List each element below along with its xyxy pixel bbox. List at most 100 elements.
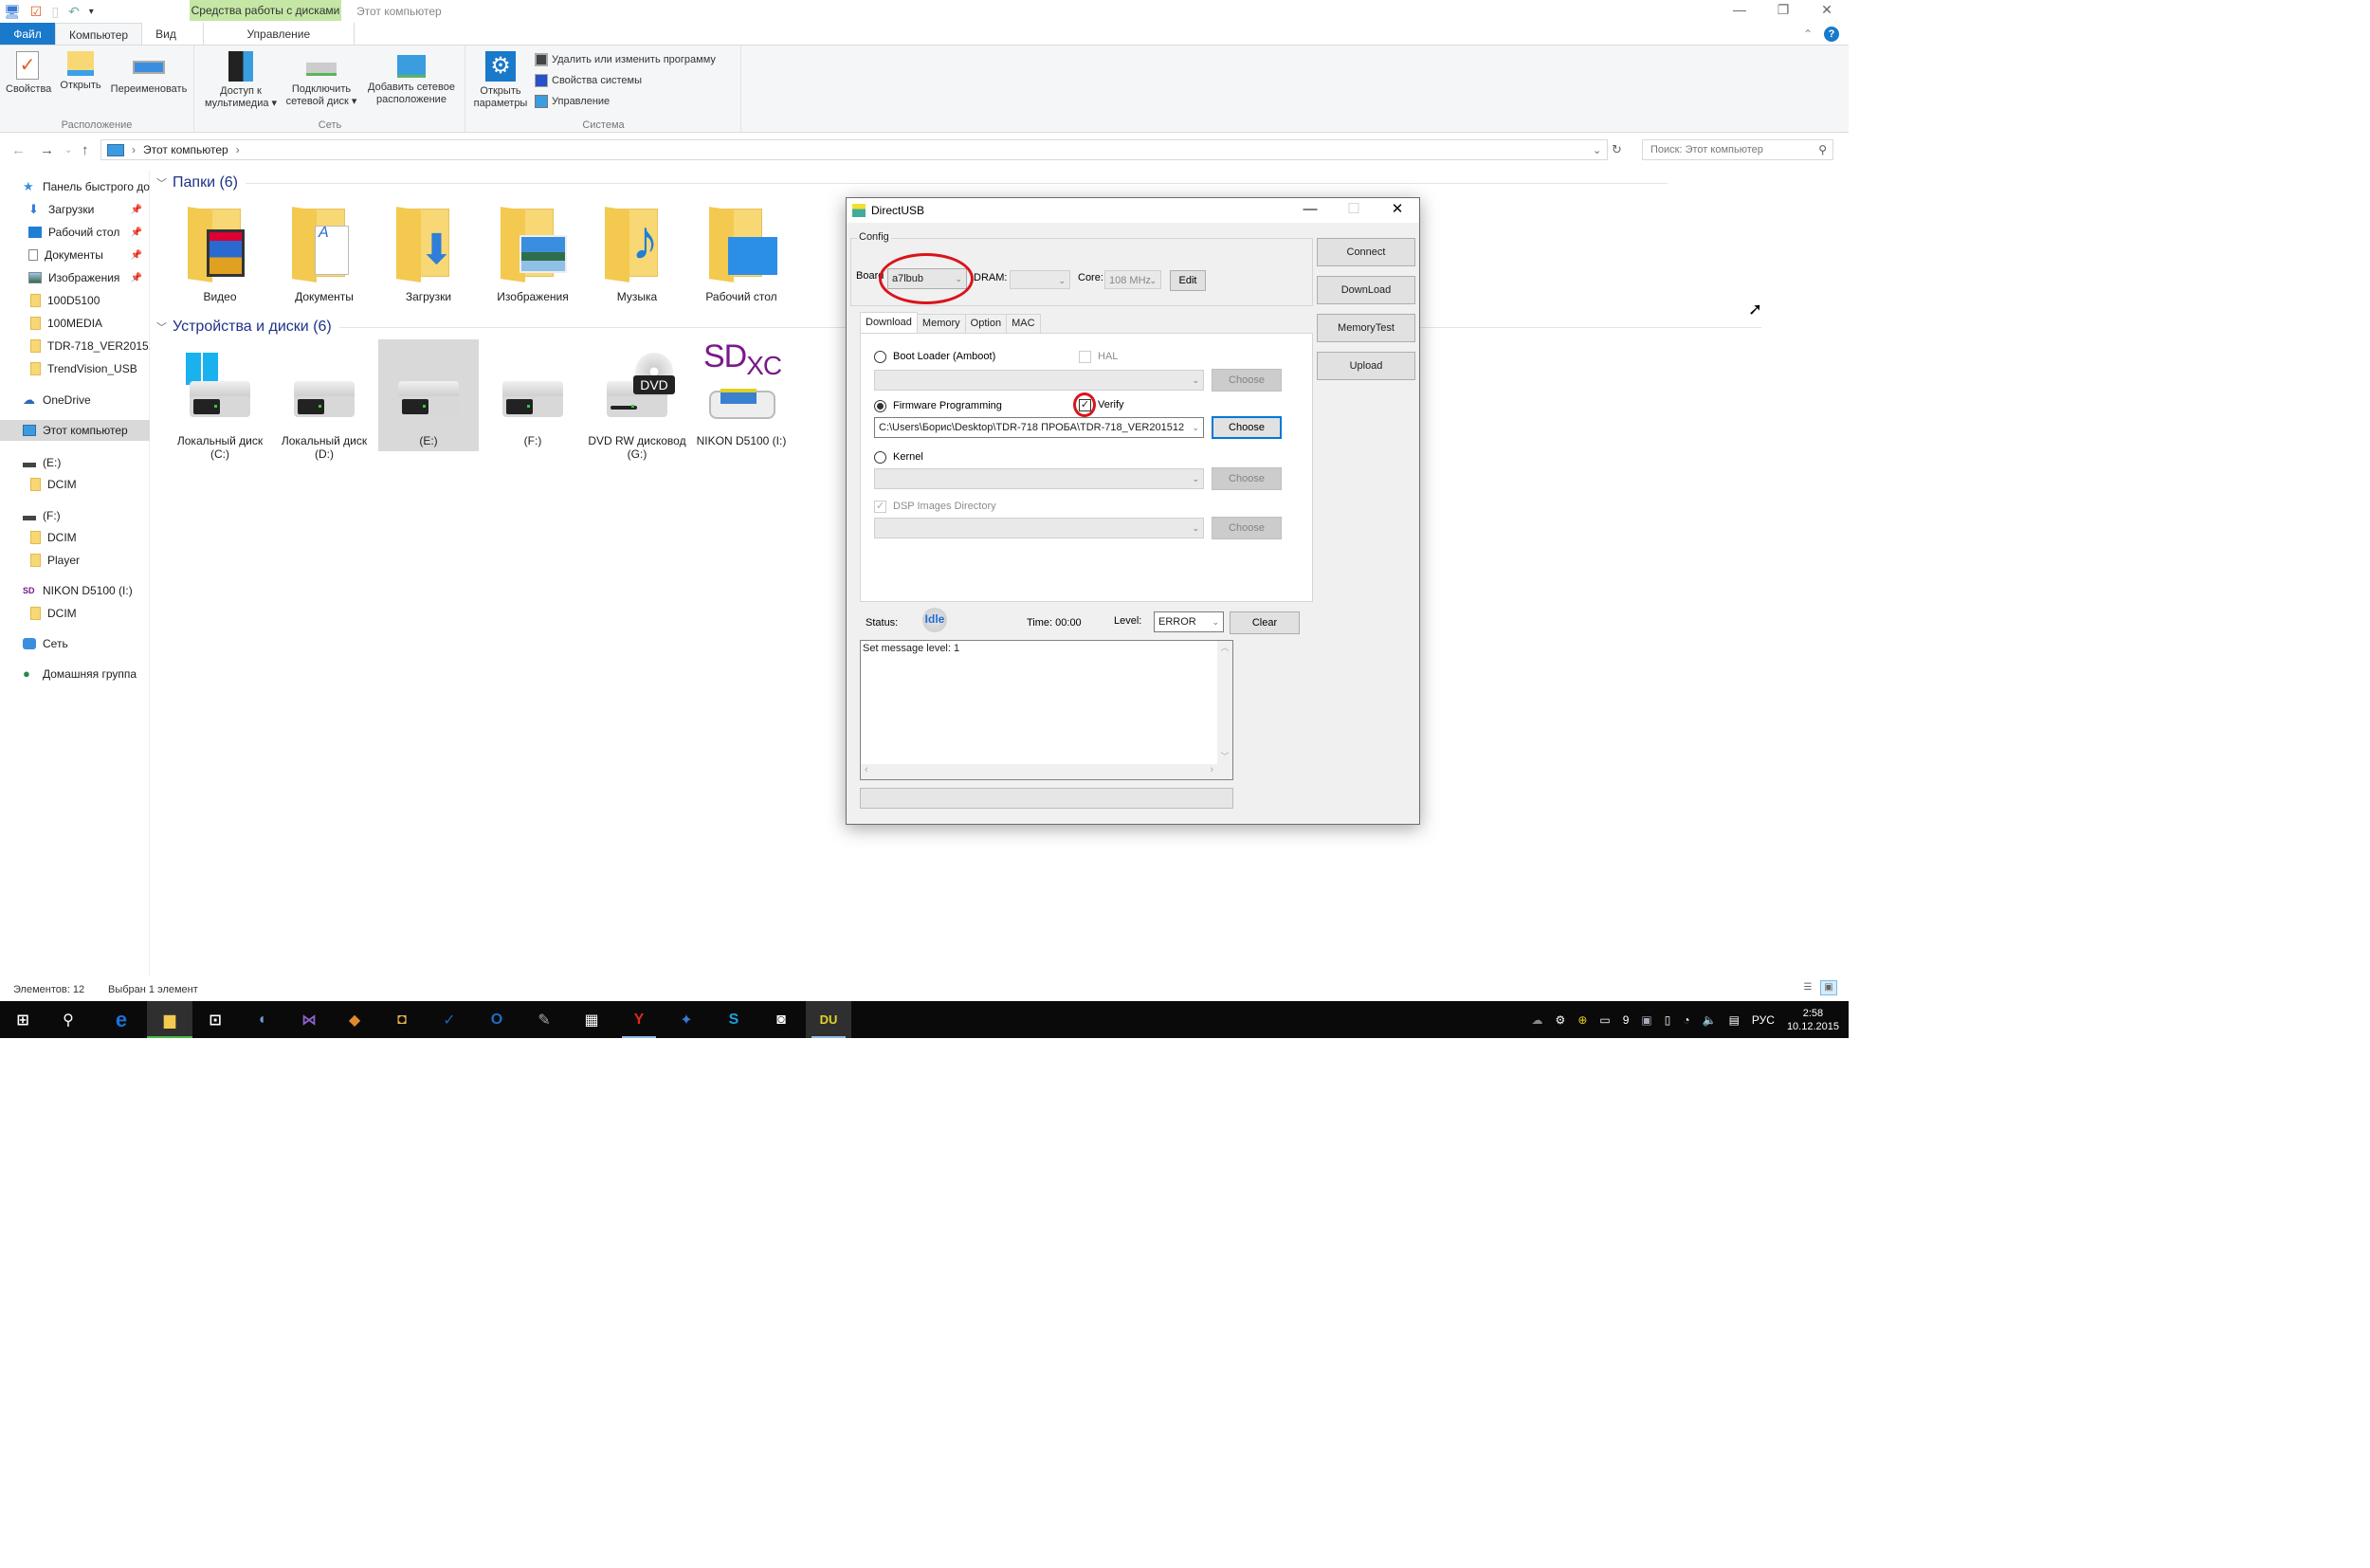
boot-loader-radio[interactable]: [874, 351, 886, 363]
drive-tile-nikon[interactable]: SDXC NIKON D5100 (I:): [691, 339, 792, 461]
pin-icon[interactable]: 📌: [131, 228, 142, 238]
scroll-left-icon[interactable]: ‹: [865, 764, 868, 775]
drive-tile-d[interactable]: Локальный диск (D:): [274, 343, 374, 461]
camera-icon[interactable]: ◙: [758, 1001, 804, 1038]
breadcrumb-this-pc[interactable]: Этот компьютер: [143, 143, 228, 156]
forward-arrow-icon[interactable]: →: [40, 142, 54, 158]
search-button[interactable]: ⚲: [46, 1001, 91, 1038]
cloud-icon[interactable]: ☁: [1532, 1013, 1543, 1027]
nav-folder-dcim-f[interactable]: DCIM: [0, 527, 150, 548]
nav-folder-player[interactable]: Player: [0, 550, 150, 571]
help-icon[interactable]: ?: [1824, 27, 1839, 42]
verify-checkbox[interactable]: ✓: [1079, 399, 1091, 411]
drive-tile-e[interactable]: (E:): [378, 339, 479, 451]
folder-tile-documents[interactable]: A Документы: [274, 199, 374, 303]
properties-icon[interactable]: ☑: [30, 4, 43, 20]
log-vertical-scrollbar[interactable]: ︿ ﹀: [1217, 641, 1232, 764]
nav-folder-dcim-e[interactable]: DCIM: [0, 474, 150, 495]
scroll-up-icon[interactable]: ︿: [1217, 641, 1232, 653]
pin-icon[interactable]: 📌: [131, 205, 142, 215]
upload-button[interactable]: Upload: [1317, 352, 1415, 380]
tab-computer[interactable]: Компьютер: [55, 23, 143, 46]
search-icon[interactable]: ⚲: [1818, 140, 1827, 159]
kernel-radio[interactable]: [874, 451, 886, 464]
folder-tile-desktop[interactable]: Рабочий стол: [691, 199, 792, 303]
tab-mac[interactable]: MAC: [1006, 314, 1041, 333]
undo-icon[interactable]: ↶: [68, 4, 80, 20]
firmware-path[interactable]: C:\Users\Борис\Desktop\TDR-718 ПРОБА\TDR…: [874, 417, 1204, 438]
store-icon[interactable]: ⊡: [192, 1001, 238, 1038]
restore-button[interactable]: ❐: [1761, 0, 1805, 21]
nav-pictures[interactable]: Изображения 📌: [0, 267, 150, 288]
calculator-icon[interactable]: ▦: [569, 1001, 614, 1038]
minimize-button[interactable]: —: [1718, 0, 1761, 21]
folder-tile-video[interactable]: Видео: [170, 199, 270, 303]
memorytest-button[interactable]: MemoryTest: [1317, 314, 1415, 342]
log-horizontal-scrollbar[interactable]: ‹ ›: [861, 764, 1232, 779]
maps-app-icon[interactable]: ◆: [332, 1001, 377, 1038]
folder-tile-pictures[interactable]: Изображения: [483, 199, 583, 303]
directusb-taskbar-icon[interactable]: DU: [806, 1001, 851, 1038]
file-explorer-icon[interactable]: ▆: [147, 1001, 192, 1038]
folder-tile-music[interactable]: ♪ Музыка: [587, 199, 687, 303]
refresh-icon[interactable]: ↻: [1612, 142, 1622, 157]
audio-app-icon[interactable]: ◖: [239, 1001, 284, 1038]
nav-folder-100media[interactable]: 100MEDIA: [0, 313, 150, 334]
nav-folder-tdr718[interactable]: TDR-718_VER201512: [0, 336, 150, 356]
media-access-button[interactable]: Доступ к мультимедиа ▾: [201, 51, 281, 110]
scroll-right-icon[interactable]: ›: [1210, 764, 1213, 775]
pin-icon[interactable]: 📌: [131, 250, 142, 261]
nav-quick-access[interactable]: ★ Панель быстрого до: [0, 176, 150, 197]
pen-app-icon[interactable]: ✓: [427, 1001, 472, 1038]
dialog-titlebar[interactable]: DirectUSB — ☐ ✕: [847, 198, 1419, 223]
rename-button[interactable]: Переименовать: [106, 51, 191, 96]
nav-downloads[interactable]: ⬇ Загрузки 📌: [0, 199, 150, 220]
nav-folder-100d5100[interactable]: 100D5100: [0, 290, 150, 311]
nav-desktop[interactable]: Рабочий стол 📌: [0, 222, 150, 243]
properties-button[interactable]: ✓ Свойства: [6, 51, 51, 96]
open-button[interactable]: Открыть: [55, 51, 106, 92]
edit-button[interactable]: Edit: [1170, 270, 1206, 291]
skype-icon[interactable]: S: [711, 1001, 757, 1038]
devices-section-header[interactable]: ﹀ Устройства и диски (6): [156, 319, 1761, 336]
connect-button[interactable]: Connect: [1317, 238, 1415, 266]
tab-manage[interactable]: Управление: [202, 23, 355, 46]
tab-option[interactable]: Option: [964, 314, 1008, 333]
nav-this-pc[interactable]: Этот компьютер: [0, 420, 150, 441]
scroll-down-icon[interactable]: ﹀: [1217, 750, 1232, 762]
chevron-up-icon[interactable]: ⌃: [1803, 27, 1813, 41]
folders-section-header[interactable]: ﹀ Папки (6): [156, 174, 1668, 191]
add-network-location-button[interactable]: Добавить сетевое расположение: [362, 51, 461, 106]
tab-file[interactable]: Файл: [0, 23, 55, 46]
nav-drive-e[interactable]: (E:): [0, 452, 150, 473]
folder-tile-downloads[interactable]: ⬇ Загрузки: [378, 199, 479, 303]
address-dropdown-icon[interactable]: ⌄: [1593, 144, 1601, 156]
tab-view[interactable]: Вид: [142, 23, 190, 46]
nav-onedrive[interactable]: ☁ OneDrive: [0, 390, 150, 410]
start-button[interactable]: ⊞: [0, 1001, 46, 1038]
drive-tile-c[interactable]: Локальный диск (C:): [170, 343, 270, 461]
firmware-radio[interactable]: [874, 400, 886, 412]
wifi-icon[interactable]: ◔: [1683, 1013, 1689, 1027]
nav-folder-trendvision[interactable]: TrendVision_USB: [0, 358, 150, 379]
chevron-down-icon[interactable]: ▾: [89, 7, 94, 17]
level-select[interactable]: ERROR ⌄: [1154, 611, 1224, 632]
recent-dropdown-icon[interactable]: ⌄: [64, 145, 72, 155]
yandex-browser-icon[interactable]: Y: [616, 1001, 662, 1038]
nav-network[interactable]: Сеть: [0, 633, 150, 654]
nav-documents[interactable]: Документы 📌: [0, 245, 150, 265]
drive-tile-f[interactable]: (F:): [483, 343, 583, 461]
pointer-app-icon[interactable]: ✦: [664, 1001, 709, 1038]
nav-folder-dcim-i[interactable]: DCIM: [0, 603, 150, 624]
action-center-icon[interactable]: ▤: [1729, 1013, 1740, 1027]
nav-homegroup[interactable]: ● Домашняя группа: [0, 664, 150, 684]
system-properties-button[interactable]: Свойства системы: [535, 74, 642, 87]
address-bar[interactable]: › Этот компьютер ›: [100, 139, 1608, 160]
touchpad-icon[interactable]: ▣: [1641, 1013, 1651, 1027]
visual-studio-icon[interactable]: ⋈: [286, 1001, 332, 1038]
volume-icon[interactable]: 🔈: [1703, 1013, 1717, 1027]
paint-icon[interactable]: ✎: [521, 1001, 567, 1038]
back-arrow-icon[interactable]: ←: [11, 142, 26, 158]
dialog-close-button[interactable]: ✕: [1376, 198, 1419, 223]
dialog-minimize-button[interactable]: —: [1288, 198, 1332, 223]
